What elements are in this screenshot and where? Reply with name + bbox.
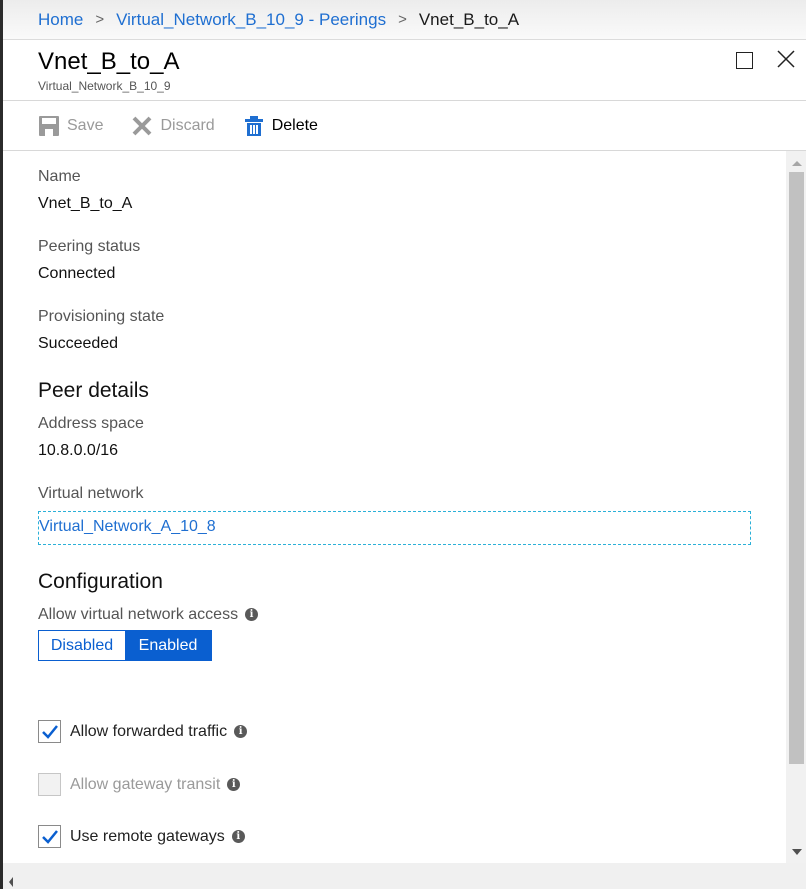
checkbox-label: Allow gateway transit	[70, 775, 221, 793]
allow-vnet-access-label: Allow virtual network access i	[38, 606, 259, 624]
blade-header: Vnet_B_to_A Virtual_Network_B_10_9	[3, 40, 806, 101]
scroll-down-arrow-icon[interactable]	[792, 849, 802, 855]
peering-status-label: Peering status	[38, 238, 141, 255]
vertical-scroll-thumb[interactable]	[789, 172, 804, 764]
page-subtitle: Virtual_Network_B_10_9	[38, 79, 171, 93]
maximize-icon[interactable]	[736, 52, 753, 69]
peering-status-value: Connected	[38, 265, 116, 282]
vnet-access-toggle: Disabled Enabled	[38, 630, 212, 661]
page-horizontal-scrollbar[interactable]	[3, 863, 806, 889]
scroll-left-arrow-icon[interactable]	[9, 877, 13, 887]
discard-icon	[131, 115, 153, 137]
address-space-value: 10.8.0.0/16	[38, 442, 119, 459]
save-button[interactable]: Save	[38, 115, 103, 137]
page-title: Vnet_B_to_A	[38, 48, 180, 75]
address-space-label: Address space	[38, 415, 144, 432]
configuration-heading: Configuration	[38, 570, 163, 593]
checkmark-icon	[41, 724, 58, 739]
checkbox-box[interactable]	[38, 773, 61, 796]
breadcrumb-home[interactable]: Home	[38, 10, 83, 30]
peering-blade: Vnet_B_to_A Virtual_Network_B_10_9 Save …	[3, 40, 806, 863]
trash-icon	[243, 115, 265, 137]
name-label: Name	[38, 168, 81, 185]
virtual-network-label: Virtual network	[38, 485, 144, 502]
allow-forwarded-traffic-checkbox[interactable]: Allow forwarded traffic i	[38, 720, 248, 743]
save-icon	[38, 115, 60, 137]
delete-label: Delete	[271, 116, 318, 134]
breadcrumb-separator: >	[95, 11, 105, 28]
peer-details-heading: Peer details	[38, 379, 149, 402]
toggle-disabled-option[interactable]: Disabled	[39, 631, 125, 660]
breadcrumb-separator: >	[398, 11, 407, 28]
checkbox-label: Use remote gateways	[70, 827, 225, 845]
delete-button[interactable]: Delete	[243, 115, 318, 137]
virtual-network-link[interactable]: Virtual_Network_A_10_8	[39, 518, 216, 535]
breadcrumb-current: Vnet_B_to_A	[418, 9, 520, 29]
use-remote-gateways-checkbox[interactable]: Use remote gateways i	[38, 825, 245, 848]
allow-vnet-access-text: Allow virtual network access	[38, 606, 239, 623]
scroll-up-arrow-icon[interactable]	[792, 161, 802, 166]
virtual-network-link-box: Virtual_Network_A_10_8	[38, 511, 751, 545]
provisioning-state-label: Provisioning state	[38, 308, 165, 325]
info-icon[interactable]: i	[245, 608, 259, 622]
breadcrumb-peerings[interactable]: Virtual_Network_B_10_9 - Peerings	[116, 10, 386, 30]
checkbox-label: Allow forwarded traffic	[70, 722, 228, 740]
breadcrumb: Home > Virtual_Network_B_10_9 - Peerings…	[3, 0, 806, 40]
toggle-enabled-option[interactable]: Enabled	[125, 631, 211, 660]
info-icon[interactable]: i	[234, 725, 248, 738]
info-icon[interactable]: i	[231, 830, 245, 843]
checkmark-icon	[41, 829, 58, 844]
blade-content: Name Vnet_B_to_A Peering status Connecte…	[3, 151, 786, 863]
command-bar: Save Discard Delete	[3, 101, 806, 151]
checkbox-box[interactable]	[38, 825, 61, 848]
name-value: Vnet_B_to_A	[38, 195, 133, 212]
discard-label: Discard	[160, 116, 215, 134]
vertical-scrollbar[interactable]	[786, 151, 806, 863]
save-label: Save	[67, 116, 104, 134]
info-icon[interactable]: i	[227, 778, 241, 791]
app-root: Home > Virtual_Network_B_10_9 - Peerings…	[0, 0, 806, 889]
close-icon[interactable]	[775, 48, 797, 70]
allow-gateway-transit-checkbox[interactable]: Allow gateway transit i	[38, 773, 241, 796]
discard-button[interactable]: Discard	[131, 115, 215, 137]
provisioning-state-value: Succeeded	[38, 335, 119, 352]
checkbox-box[interactable]	[38, 720, 61, 743]
